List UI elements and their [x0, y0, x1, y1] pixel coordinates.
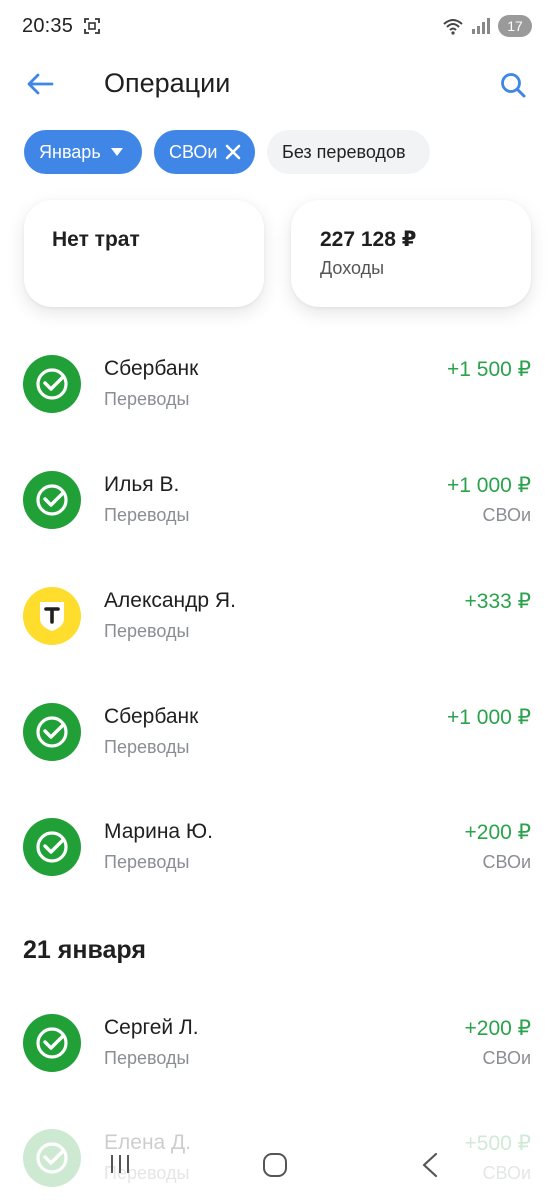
- spending-label: Нет трат: [52, 228, 140, 251]
- no-transfers-chip[interactable]: Без переводов: [267, 130, 430, 174]
- operation-row[interactable]: Александр Я. Переводы +333 ₽: [0, 587, 554, 667]
- operation-tag: СВОи: [482, 852, 531, 872]
- status-icons: 17: [442, 15, 532, 37]
- operation-tag: СВОи: [482, 1048, 531, 1068]
- sberbank-logo-icon: [23, 818, 81, 876]
- arrow-left-icon: [27, 73, 54, 95]
- operation-amount: +1 000 ₽: [446, 474, 531, 497]
- system-navigation-bar: [0, 1140, 554, 1200]
- caret-down-icon: [110, 148, 123, 156]
- battery-indicator: 17: [498, 15, 532, 37]
- income-amount: 227 128 ₽: [320, 228, 417, 251]
- screenshot-icon: [84, 18, 100, 34]
- operation-amount: +200 ₽: [464, 1017, 532, 1040]
- income-card[interactable]: 227 128 ₽ Доходы: [291, 200, 531, 307]
- operation-row[interactable]: Сергей Л. Переводы +200 ₽ СВОи: [0, 1014, 554, 1094]
- search-icon: [501, 73, 526, 98]
- signal-icon: [472, 18, 490, 34]
- operation-name: Сергей Л.: [104, 1016, 199, 1039]
- summary-cards: Нет трат 227 128 ₽ Доходы: [0, 200, 554, 310]
- sberbank-logo-icon: [23, 471, 81, 529]
- status-bar: 20:35 17: [0, 0, 554, 52]
- home-icon[interactable]: [262, 1152, 288, 1178]
- operation-amount: +1 000 ₽: [446, 706, 531, 729]
- operation-name: Сбербанк: [104, 705, 199, 728]
- tag-filter-label: СВОи: [169, 141, 218, 162]
- close-icon[interactable]: [225, 144, 241, 160]
- operation-row[interactable]: Сбербанк Переводы +1 000 ₽: [0, 703, 554, 783]
- app-header: Операции: [0, 52, 554, 116]
- search-button[interactable]: [496, 68, 530, 102]
- wifi-icon: [443, 19, 463, 35]
- operation-name: Александр Я.: [104, 589, 236, 612]
- tbank-logo-icon: [23, 587, 81, 645]
- date-group-header: 21 января: [23, 936, 146, 964]
- operation-amount: +200 ₽: [464, 821, 532, 844]
- page-title: Операции: [104, 68, 231, 98]
- sberbank-logo-icon: [23, 703, 81, 761]
- operation-amount: +1 500 ₽: [446, 358, 531, 381]
- month-filter-label: Январь: [39, 141, 101, 162]
- no-transfers-label: Без переводов: [282, 141, 406, 162]
- month-filter-chip[interactable]: Январь: [24, 130, 142, 174]
- sberbank-logo-icon: [23, 355, 81, 413]
- operation-row[interactable]: Илья В. Переводы +1 000 ₽ СВОи: [0, 471, 554, 551]
- back-icon[interactable]: [420, 1152, 440, 1178]
- operation-category: Переводы: [104, 621, 190, 641]
- recents-icon[interactable]: [108, 1152, 132, 1176]
- operation-row[interactable]: Сбербанк Переводы +1 500 ₽: [0, 355, 554, 435]
- tag-filter-chip[interactable]: СВОи: [154, 130, 255, 174]
- filter-chips: Январь СВОи Без переводов: [0, 130, 554, 176]
- operation-category: Переводы: [104, 389, 190, 409]
- operation-tag: СВОи: [482, 505, 531, 525]
- operation-category: Переводы: [104, 1048, 190, 1068]
- operation-row[interactable]: Марина Ю. Переводы +200 ₽ СВОи: [0, 818, 554, 898]
- operation-category: Переводы: [104, 852, 190, 872]
- sberbank-logo-icon: [23, 1014, 81, 1072]
- operation-name: Илья В.: [104, 473, 180, 496]
- back-button[interactable]: [24, 68, 56, 100]
- operation-category: Переводы: [104, 737, 190, 757]
- operation-amount: +333 ₽: [464, 590, 532, 613]
- spending-card[interactable]: Нет трат: [24, 200, 264, 307]
- operation-name: Сбербанк: [104, 357, 199, 380]
- status-time: 20:35: [22, 14, 74, 37]
- income-label: Доходы: [320, 258, 385, 278]
- operation-category: Переводы: [104, 505, 190, 525]
- operation-name: Марина Ю.: [104, 820, 213, 843]
